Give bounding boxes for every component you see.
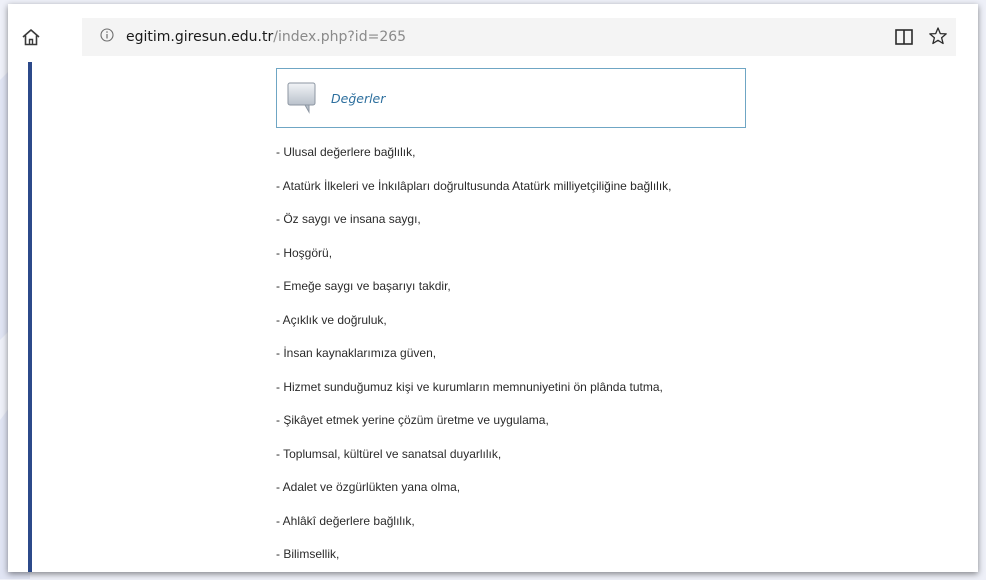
browser-toolbar: egitim.giresun.edu.tr/index.php?id=265 <box>8 4 978 60</box>
list-item: - Hoşgörü, <box>276 245 333 260</box>
address-bar[interactable]: egitim.giresun.edu.tr/index.php?id=265 <box>82 18 956 56</box>
star-icon[interactable] <box>928 26 948 46</box>
list-item: - Açıklık ve doğruluk, <box>276 312 387 327</box>
list-item: - Toplumsal, kültürel ve sanatsal duyarl… <box>276 446 502 461</box>
url-path: /index.php?id=265 <box>273 29 407 45</box>
list-item: - Atatürk İlkeleri ve İnkılâpları doğrul… <box>276 178 672 193</box>
list-item: - Öz saygı ve insana saygı, <box>276 212 421 226</box>
list-item: - Emeğe saygı ve başarıyı takdir, <box>276 279 451 293</box>
page-content: Değerler - Ulusal değerlere bağlılık, - … <box>8 60 978 572</box>
reader-view-icon[interactable] <box>894 28 914 46</box>
list-item: - Bilimsellik, <box>276 547 340 561</box>
info-icon[interactable] <box>100 28 114 42</box>
accent-bar <box>28 62 32 572</box>
values-list: - Ulusal değerlere bağlılık, - Atatürk İ… <box>276 144 672 580</box>
list-item: - Şikâyet etmek yerine çözüm üretme ve u… <box>276 413 549 427</box>
section-heading: Değerler <box>331 91 386 106</box>
url-text[interactable]: egitim.giresun.edu.tr/index.php?id=265 <box>126 28 406 46</box>
browser-window: egitim.giresun.edu.tr/index.php?id=265 D… <box>8 4 978 572</box>
list-item: - Ahlâkî değerlere bağlılık, <box>276 513 415 528</box>
section-heading-box: Değerler <box>276 68 746 128</box>
list-item: - Ulusal değerlere bağlılık, <box>276 145 416 159</box>
home-icon[interactable] <box>20 26 42 48</box>
list-item: - İnsan kaynaklarımıza güven, <box>276 346 437 360</box>
speech-bubble-icon <box>287 82 316 114</box>
list-item: - Adalet ve özgürlükten yana olma, <box>276 480 461 494</box>
url-host: egitim.giresun.edu.tr <box>126 29 274 45</box>
list-item: - Hizmet sunduğumuz kişi ve kurumların m… <box>276 379 663 394</box>
